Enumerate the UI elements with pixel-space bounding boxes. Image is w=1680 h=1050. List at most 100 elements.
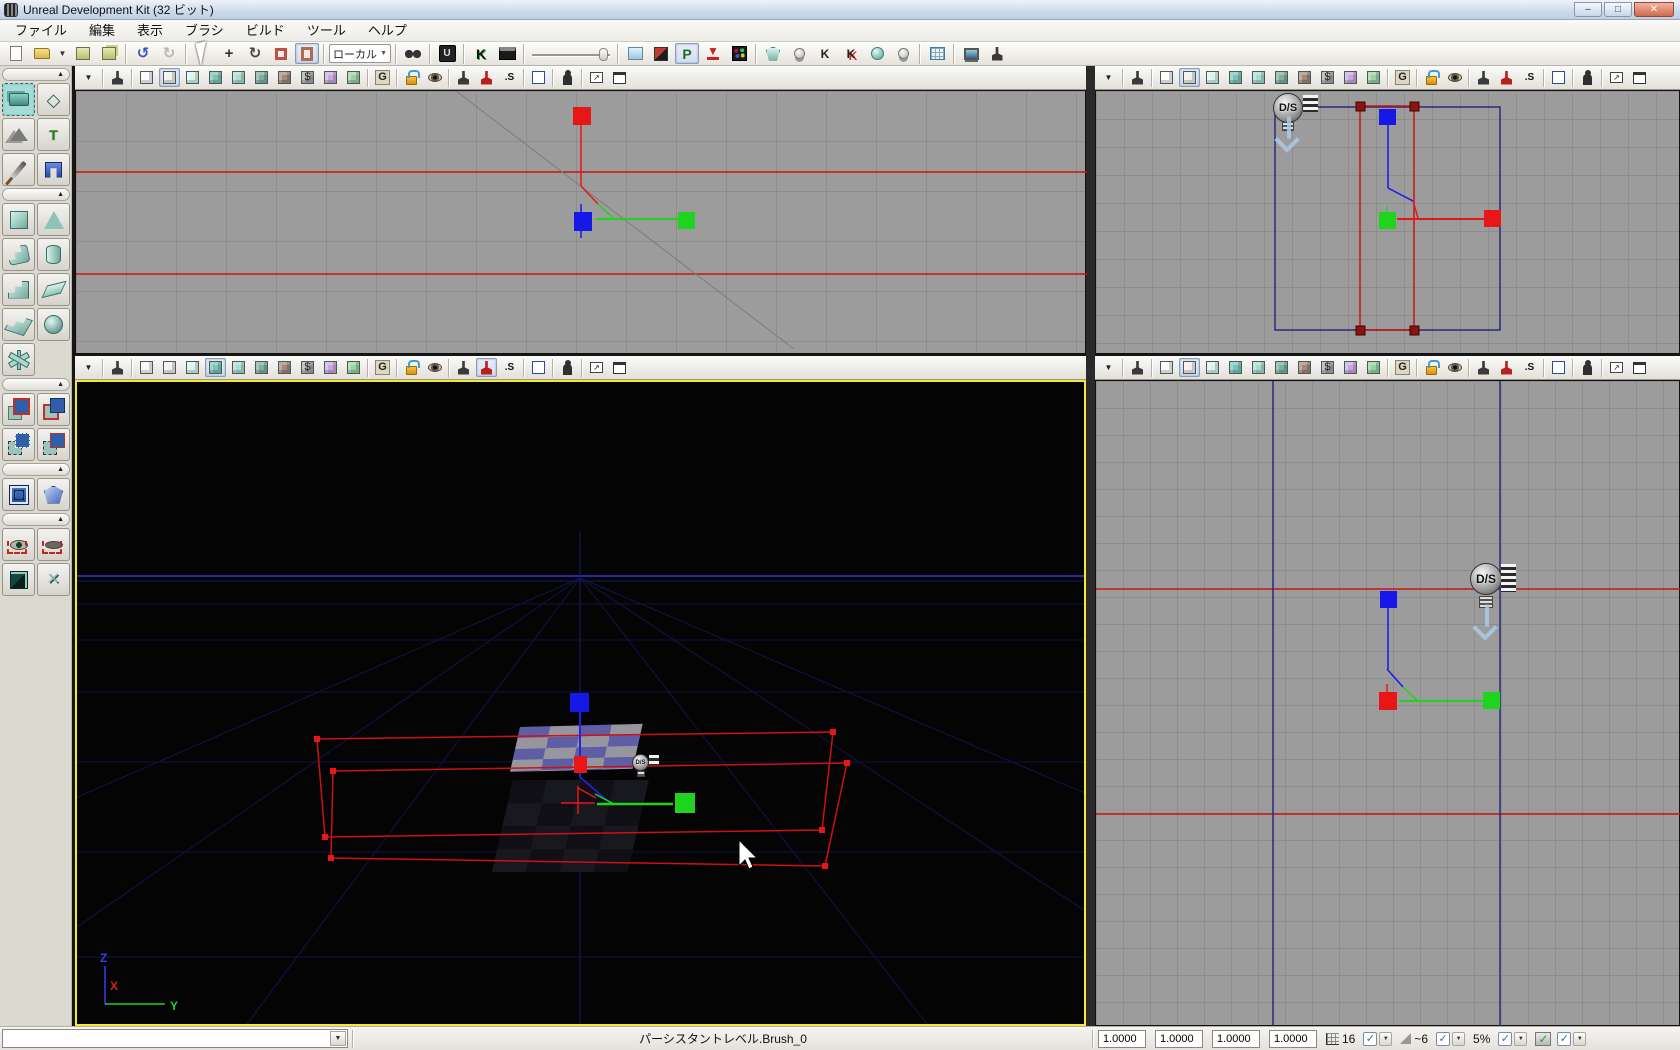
show-flags-button[interactable]: [424, 358, 445, 377]
autosave-checkbox[interactable]: ✓: [1557, 1031, 1572, 1046]
view-lighting-only-button[interactable]: [1271, 358, 1292, 377]
chevron-down-icon[interactable]: ▼: [380, 50, 387, 57]
view-texture-density-button[interactable]: [343, 358, 364, 377]
realtime-toggle[interactable]: [1127, 358, 1148, 377]
squint-mode-toggle[interactable]: .S: [1519, 68, 1540, 87]
view-detail-lighting-button[interactable]: [228, 358, 249, 377]
brush-primitives-header[interactable]: ▲: [2, 188, 70, 201]
viewport-front-ortho[interactable]: D/S: [1095, 90, 1680, 354]
level-streaming-volume-preview-toggle[interactable]: [476, 358, 497, 377]
realtime-toggle[interactable]: [107, 68, 128, 87]
view-shader-complexity-button[interactable]: $: [1317, 358, 1338, 377]
widget-y-handle[interactable]: [675, 793, 695, 813]
camera-speed-slider-thumb[interactable]: [599, 48, 608, 61]
builder-brush-wireframe[interactable]: [314, 729, 850, 869]
squint-mode-toggle[interactable]: .S: [1519, 358, 1540, 377]
resize-viewport-button[interactable]: [609, 358, 630, 377]
matinee-button[interactable]: [495, 43, 519, 64]
csg-deintersect-button[interactable]: [37, 428, 70, 461]
scale-snap-checkbox[interactable]: ✓: [1498, 1031, 1513, 1046]
level-streaming-volume-preview-toggle[interactable]: [1496, 358, 1517, 377]
linear-stairs-brush-button[interactable]: [2, 273, 35, 306]
maximize-viewport-button[interactable]: [1548, 68, 1569, 87]
light-actor-sprite[interactable]: D/S: [1470, 563, 1518, 619]
texture-align-mode-button[interactable]: T: [37, 118, 70, 151]
view-brush-wireframe-button[interactable]: [1179, 68, 1200, 87]
kismet-curve2-button[interactable]: K: [839, 43, 863, 64]
open-recent-dropdown[interactable]: ▼: [56, 43, 69, 64]
view-shader-complexity-button[interactable]: $: [297, 68, 318, 87]
viewport-lock-toggle[interactable]: [1421, 68, 1442, 87]
viewport-splitter[interactable]: [1086, 66, 1095, 1026]
scale-nonuniform-tool-button[interactable]: [295, 43, 319, 64]
translate-tool-button[interactable]: +: [217, 43, 241, 64]
build-all-button[interactable]: [959, 43, 983, 64]
level-selector-input[interactable]: [3, 1031, 329, 1046]
view-shader-complexity-button[interactable]: $: [1317, 68, 1338, 87]
widget-x-handle[interactable]: [573, 107, 591, 125]
save-all-button[interactable]: [97, 43, 121, 64]
show-flags-button[interactable]: [1444, 68, 1465, 87]
menu-file[interactable]: ファイル: [5, 22, 77, 39]
viewport-top-ortho[interactable]: [75, 90, 1087, 354]
maximize-viewport-button[interactable]: [1548, 358, 1569, 377]
sphere-light-button[interactable]: [865, 43, 889, 64]
widget-z-handle[interactable]: [1379, 109, 1396, 125]
resize-viewport-button[interactable]: [609, 68, 630, 87]
view-texture-density-button[interactable]: [1363, 68, 1384, 87]
viewport-options-dropdown[interactable]: ▼: [1098, 68, 1119, 87]
show-flags-button[interactable]: [424, 68, 445, 87]
search-actors-button[interactable]: [401, 43, 425, 64]
player-start-here-button[interactable]: [1577, 68, 1598, 87]
view-detail-lighting-button[interactable]: [1248, 358, 1269, 377]
rotation-snap-checkbox[interactable]: ✓: [1436, 1031, 1451, 1046]
level-streaming-volume-preview-toggle[interactable]: [476, 68, 497, 87]
mesh-paint-mode-button[interactable]: [2, 153, 35, 186]
kismet-button[interactable]: K: [469, 43, 493, 64]
view-lightmap-density-button[interactable]: [1340, 68, 1361, 87]
maximize-viewport-button[interactable]: [528, 68, 549, 87]
view-unlit-button[interactable]: [182, 68, 203, 87]
view-lighting-only-button[interactable]: [1271, 68, 1292, 87]
select-tool-button[interactable]: [191, 41, 215, 66]
game-view-toggle[interactable]: G: [372, 68, 393, 87]
scale-tool-button[interactable]: [269, 43, 293, 64]
rotation-snap-dropdown[interactable]: ▼: [1452, 1031, 1466, 1046]
show-selected-only-button[interactable]: [2, 528, 35, 561]
viewport-options-dropdown[interactable]: ▼: [78, 358, 99, 377]
viewport-options-dropdown[interactable]: ▼: [1098, 358, 1119, 377]
hide-selected-button[interactable]: [37, 528, 70, 561]
widget-y-handle[interactable]: [678, 212, 695, 229]
game-view-toggle[interactable]: G: [1392, 358, 1413, 377]
special-section-header[interactable]: ▲: [2, 463, 70, 476]
menu-brush[interactable]: ブラシ: [175, 22, 234, 39]
view-wireframe-button[interactable]: [1156, 358, 1177, 377]
view-unlit-button[interactable]: [1202, 358, 1223, 377]
view-lit-button[interactable]: [1225, 358, 1246, 377]
view-wireframe-button[interactable]: [136, 358, 157, 377]
level-selector-combo[interactable]: ▼: [2, 1029, 348, 1048]
game-view-toggle[interactable]: G: [1392, 68, 1413, 87]
float-viewport-button[interactable]: ↗: [586, 68, 607, 87]
brush-polys-toggle[interactable]: [649, 43, 673, 64]
drag-grid-field-4[interactable]: [1269, 1029, 1317, 1048]
view-unlit-button[interactable]: [182, 358, 203, 377]
view-light-complexity-button[interactable]: [274, 358, 295, 377]
play-level-button[interactable]: [985, 43, 1009, 64]
viewport-lock-toggle[interactable]: [1421, 358, 1442, 377]
terrain-mode-button[interactable]: [2, 118, 35, 151]
drag-grid-field-1[interactable]: [1098, 1029, 1146, 1048]
visibility-section-header[interactable]: ▲: [2, 513, 70, 526]
brush-vertex-handle[interactable]: [1355, 101, 1366, 112]
menu-tools[interactable]: ツール: [297, 22, 356, 39]
coordinate-system-select[interactable]: ローカル ▼: [329, 44, 391, 63]
unlit-movement-toggle[interactable]: [1473, 68, 1494, 87]
title-bar[interactable]: Unreal Development Kit (32 ビット) – □ ✕: [0, 0, 1680, 20]
maximize-button[interactable]: □: [1604, 2, 1632, 17]
widget-z-handle[interactable]: [570, 693, 589, 712]
widget-x-handle[interactable]: [574, 756, 587, 773]
scale-snap-dropdown[interactable]: ▼: [1514, 1031, 1528, 1046]
view-detail-lighting-button[interactable]: [228, 68, 249, 87]
play-in-viewport-button[interactable]: P: [675, 43, 699, 64]
view-wireframe-button[interactable]: [1156, 68, 1177, 87]
